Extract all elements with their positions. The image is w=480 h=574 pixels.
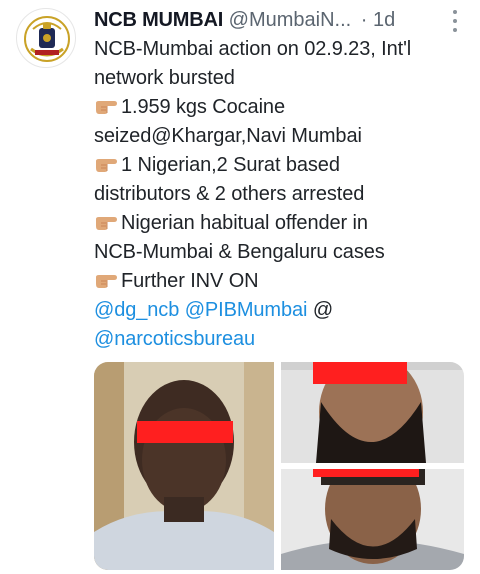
author-handle[interactable]: @MumbaiN... (229, 9, 352, 31)
mention-dg-ncb[interactable]: @dg_ncb (94, 299, 179, 321)
backhand-index-pointing-right-icon (94, 271, 120, 289)
author-name[interactable]: NCB MUMBAI (94, 9, 223, 31)
tweet-line: distributors & 2 others arrested (94, 183, 365, 205)
tweet-line: NCB-Mumbai action on 02.9.23, Int'l (94, 38, 412, 60)
photo-grid (94, 362, 464, 570)
tweet-line: Nigerian habitual offender in (94, 209, 466, 238)
tweet-line: 1.959 kgs Cocaine (94, 93, 466, 122)
at-symbol: @ (312, 299, 334, 321)
mentions-line: @dg_ncb @PIBMumbai @ (94, 296, 466, 325)
backhand-index-pointing-right-icon (94, 155, 120, 173)
photo-3[interactable] (281, 469, 464, 570)
photo-2[interactable] (281, 362, 464, 463)
mention-narcoticsbureau[interactable]: @narcoticsbureau (94, 328, 255, 350)
tweet-line: network bursted (94, 67, 235, 89)
tweet-timestamp[interactable]: 1d (373, 9, 395, 31)
tweet-header: NCB MUMBAI @MumbaiN... · 1d (94, 7, 440, 35)
backhand-index-pointing-right-icon (94, 97, 120, 115)
mention-pib-mumbai[interactable]: @PIBMumbai (185, 299, 308, 321)
censor-bar (137, 421, 233, 443)
ncb-emblem-icon (21, 13, 73, 65)
tweet-line: 1 Nigerian,2 Surat based (94, 151, 466, 180)
censor-bar (313, 362, 407, 384)
more-options-icon[interactable] (450, 10, 460, 32)
backhand-index-pointing-right-icon (94, 213, 120, 231)
tweet-line: Further INV ON (94, 267, 466, 296)
author-avatar[interactable] (16, 8, 76, 68)
tweet-line: NCB-Mumbai & Bengaluru cases (94, 241, 385, 263)
separator-dot: · (360, 9, 368, 31)
photo-1[interactable] (94, 362, 274, 570)
censor-bar (313, 469, 419, 477)
tweet-line: seized@Khargar,Navi Mumbai (94, 125, 362, 147)
tweet-text: NCB-Mumbai action on 02.9.23, Int'l netw… (94, 35, 466, 354)
mentions-line: @narcoticsbureau (94, 325, 466, 354)
tweet-card[interactable]: NCB MUMBAI @MumbaiN... · 1d NCB-Mumbai a… (0, 0, 480, 574)
